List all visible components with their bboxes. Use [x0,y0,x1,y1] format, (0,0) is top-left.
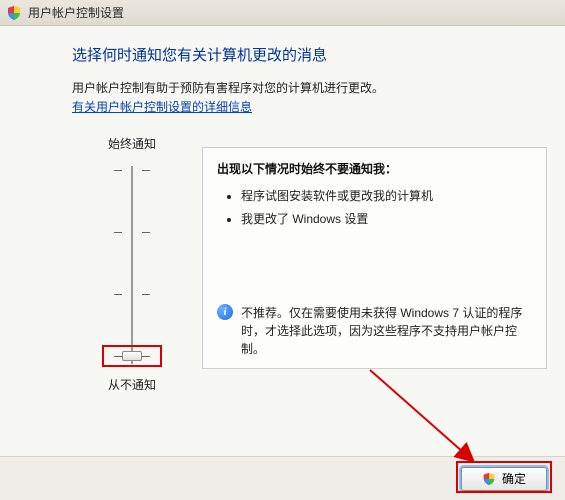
shield-icon [482,472,496,486]
main-area: 始终通知 从不通知 出现以下情况时始终不要通知我： 程序试图安装软件或更改我的计… [72,135,552,395]
slider-column: 始终通知 从不通知 [72,135,192,393]
window-titlebar: 用户帐户控制设置 [0,0,565,26]
content-area: 选择何时通知您有关计算机更改的消息 用户帐户控制有助于预防有害程序对您的计算机进… [0,26,565,395]
slider-thumb[interactable] [122,351,142,361]
page-heading: 选择何时通知您有关计算机更改的消息 [72,44,565,65]
panel-list-item: 我更改了 Windows 设置 [241,210,532,227]
help-link[interactable]: 有关用户帐户控制设置的详细信息 [72,98,252,115]
slider-bottom-label: 从不通知 [72,376,192,393]
panel-list-item: 程序试图安装软件或更改我的计算机 [241,187,532,204]
panel-note: i 不推荐。仅在需要使用未获得 Windows 7 认证的程序时，才选择此选项，… [217,304,534,358]
description-panel: 出现以下情况时始终不要通知我： 程序试图安装软件或更改我的计算机 我更改了 Wi… [202,147,547,369]
slider-track [131,166,133,364]
slider-top-label: 始终通知 [72,135,192,152]
slider-tick [114,294,150,295]
panel-title: 出现以下情况时始终不要通知我： [217,160,532,177]
info-icon: i [217,304,233,320]
slider-tick [114,232,150,233]
ok-button-label: 确定 [502,470,526,487]
shield-icon [6,5,22,21]
page-description: 用户帐户控制有助于预防有害程序对您的计算机进行更改。 [72,79,565,96]
panel-list: 程序试图安装软件或更改我的计算机 我更改了 Windows 设置 [223,187,532,227]
window-title: 用户帐户控制设置 [28,4,124,21]
footer-bar: 确定 [0,456,565,500]
uac-slider[interactable] [102,160,162,370]
slider-tick [114,170,150,171]
panel-note-text: 不推荐。仅在需要使用未获得 Windows 7 认证的程序时，才选择此选项，因为… [241,304,534,358]
ok-button[interactable]: 确定 [461,467,547,491]
